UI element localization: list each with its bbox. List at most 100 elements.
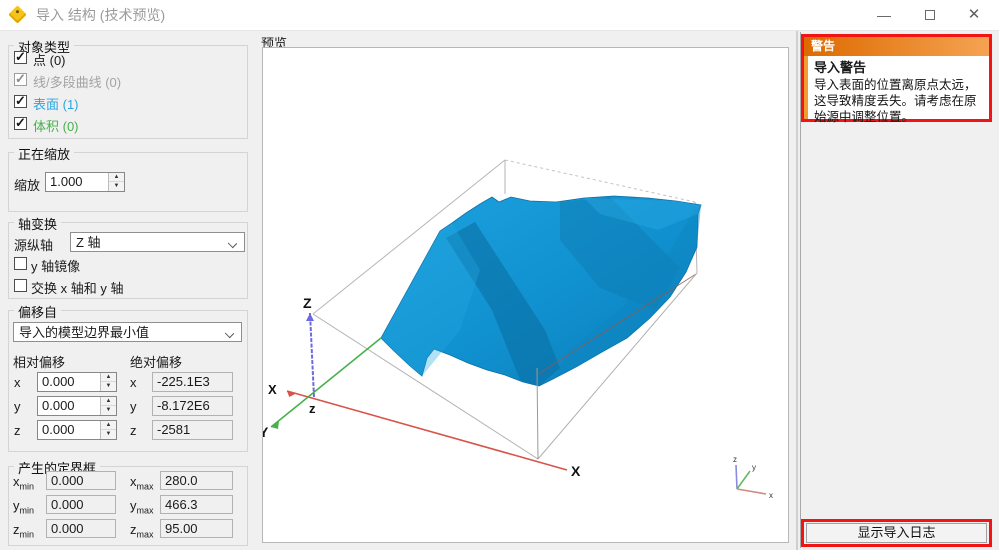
preview-viewport[interactable]: Z z X X Y z y x <box>262 47 789 543</box>
spin-up-icon[interactable]: ▲ <box>101 421 116 430</box>
zmax-label: zmax <box>130 522 154 540</box>
checkbox-swap-xy[interactable] <box>14 279 27 292</box>
maximize-icon <box>925 10 935 20</box>
source-axis-combo[interactable]: Z 轴 <box>70 232 245 252</box>
axis-label-y-neg: Y <box>263 424 269 440</box>
rel-axis-x: x <box>14 375 21 390</box>
gizmo-label-z: z <box>733 455 737 464</box>
rel-z-value: 0.000 <box>42 422 75 437</box>
axis-label-x-neg: X <box>268 382 277 397</box>
spin-down-icon[interactable]: ▼ <box>109 182 124 191</box>
ymin-label: ymin <box>13 498 34 516</box>
preview-3d-scene: Z z X X Y z y x <box>263 48 788 542</box>
ymax-value: 466.3 <box>165 497 198 512</box>
group-offset-from-title: 偏移自 <box>14 302 61 321</box>
gizmo-label-y: y <box>752 463 756 472</box>
warning-title: 导入警告 <box>814 57 985 76</box>
group-scaling-title: 正在缩放 <box>14 144 74 163</box>
warning-highlight-box: 警告 导入警告 导入表面的位置离原点太远，这导致精度丢失。请考虑在原始源中调整位… <box>801 34 992 122</box>
abs-axis-x: x <box>130 375 137 390</box>
scale-input[interactable]: 1.000 ▲▼ <box>45 172 125 192</box>
xmax-value: 280.0 <box>165 473 198 488</box>
xmin-field: 0.000 <box>46 471 116 490</box>
group-scaling: 正在缩放 <box>8 152 248 212</box>
gizmo-label-x: x <box>769 491 773 500</box>
rel-z-spinner[interactable]: ▲▼ <box>100 421 116 439</box>
label-lines: 线/多段曲线 (0) <box>33 72 121 91</box>
abs-x-value: -225.1E3 <box>157 374 210 389</box>
window-title: 导入 结构 (技术预览) <box>36 0 165 30</box>
app-icon <box>8 5 26 23</box>
scale-spinner[interactable]: ▲▼ <box>108 173 124 191</box>
warning-text: 导入表面的位置离原点太远，这导致精度丢失。请考虑在原始源中调整位置。 <box>814 77 985 125</box>
zmin-value: 0.000 <box>51 521 84 536</box>
abs-axis-z: z <box>130 423 137 438</box>
spin-down-icon[interactable]: ▼ <box>101 406 116 415</box>
panel-splitter[interactable] <box>796 31 798 550</box>
abs-y-value: -8.172E6 <box>157 398 210 413</box>
spin-up-icon[interactable]: ▲ <box>101 397 116 406</box>
warning-header: 警告 <box>804 37 989 56</box>
zmin-field: 0.000 <box>46 519 116 538</box>
label-points: 点 (0) <box>33 50 66 69</box>
checkbox-mirror-y[interactable] <box>14 257 27 270</box>
label-surfaces: 表面 (1) <box>33 94 79 113</box>
scale-label: 缩放 <box>14 175 40 194</box>
axis-label-z-origin: z <box>309 401 316 416</box>
source-axis-value: Z 轴 <box>76 235 101 250</box>
mirror-y-label: y 轴镜像 <box>31 256 80 275</box>
source-axis-label: 源纵轴 <box>14 235 53 254</box>
xmax-field: 280.0 <box>160 471 233 490</box>
abs-z-field: -2581 <box>152 420 233 440</box>
minimize-button[interactable]: — <box>867 0 901 30</box>
ymin-field: 0.000 <box>46 495 116 514</box>
rel-x-value: 0.000 <box>42 374 75 389</box>
ymin-value: 0.000 <box>51 497 84 512</box>
log-button-highlight-box: 显示导入日志 <box>801 519 992 547</box>
abs-y-field: -8.172E6 <box>152 396 233 416</box>
offset-source-value: 导入的模型边界最小值 <box>19 325 149 340</box>
spin-down-icon[interactable]: ▼ <box>101 430 116 439</box>
axis-label-z-top: Z <box>303 295 312 311</box>
zmax-field: 95.00 <box>160 519 233 538</box>
relative-offset-label: 相对偏移 <box>13 352 65 371</box>
ymax-label: ymax <box>130 498 154 516</box>
rel-axis-y: y <box>14 399 21 414</box>
rel-z-input[interactable]: 0.000 ▲▼ <box>37 420 117 440</box>
abs-axis-y: y <box>130 399 137 414</box>
close-button[interactable]: ✕ <box>957 0 991 30</box>
rel-y-input[interactable]: 0.000 ▲▼ <box>37 396 117 416</box>
offset-source-combo[interactable]: 导入的模型边界最小值 <box>13 322 242 342</box>
warning-body: 导入警告 导入表面的位置离原点太远，这导致精度丢失。请考虑在原始源中调整位置。 <box>804 56 989 119</box>
scale-value: 1.000 <box>50 174 83 189</box>
rel-x-spinner[interactable]: ▲▼ <box>100 373 116 391</box>
group-axis-transform-title: 轴变换 <box>14 214 61 233</box>
maximize-button[interactable] <box>913 0 947 30</box>
checkbox-lines[interactable] <box>14 73 27 86</box>
abs-x-field: -225.1E3 <box>152 372 233 392</box>
label-volumes: 体积 (0) <box>33 116 79 135</box>
zmin-label: zmin <box>13 522 34 540</box>
zmax-value: 95.00 <box>165 521 198 536</box>
orientation-gizmo: z y x <box>733 455 773 500</box>
xmax-label: xmax <box>130 474 154 492</box>
xmin-value: 0.000 <box>51 473 84 488</box>
rel-y-value: 0.000 <box>42 398 75 413</box>
absolute-offset-label: 绝对偏移 <box>130 352 182 371</box>
swap-xy-label: 交换 x 轴和 y 轴 <box>31 278 123 297</box>
spin-up-icon[interactable]: ▲ <box>101 373 116 382</box>
ymax-field: 466.3 <box>160 495 233 514</box>
checkbox-surfaces[interactable] <box>14 95 27 108</box>
axis-label-x-pos: X <box>571 463 581 479</box>
rel-axis-z: z <box>14 423 21 438</box>
rel-y-spinner[interactable]: ▲▼ <box>100 397 116 415</box>
checkbox-points[interactable] <box>14 51 27 64</box>
show-import-log-button[interactable]: 显示导入日志 <box>806 523 987 543</box>
checkbox-volumes[interactable] <box>14 117 27 130</box>
terrain-surface <box>381 196 701 386</box>
abs-z-value: -2581 <box>157 422 190 437</box>
spin-down-icon[interactable]: ▼ <box>101 382 116 391</box>
title-bar: 导入 结构 (技术预览) — ✕ <box>0 0 999 31</box>
rel-x-input[interactable]: 0.000 ▲▼ <box>37 372 117 392</box>
spin-up-icon[interactable]: ▲ <box>109 173 124 182</box>
